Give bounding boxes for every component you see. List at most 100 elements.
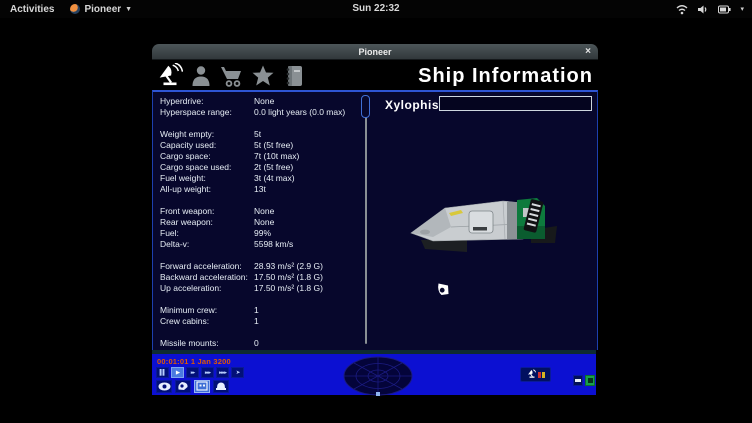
time-1x-button[interactable]: ▶ xyxy=(171,367,184,378)
app-menu-label: Pioneer xyxy=(84,4,121,15)
system-status-area[interactable]: ▾ xyxy=(676,0,744,18)
comms-icon xyxy=(215,378,227,396)
stat-value: 99% xyxy=(254,228,271,239)
signal-level-yellow xyxy=(542,372,545,378)
tab-economy-trade[interactable] xyxy=(219,63,245,89)
tab-missions[interactable] xyxy=(157,63,183,89)
stat-value: 1 xyxy=(254,305,259,316)
stat-label: Backward acceleration: xyxy=(160,272,254,283)
stat-value: 17.50 m/s² (1.8 G) xyxy=(254,272,323,283)
ship-name: Xylophis xyxy=(385,98,439,112)
activities-button[interactable]: Activities xyxy=(10,4,54,15)
stat-label: Missile mounts: xyxy=(160,338,254,349)
volume-icon xyxy=(697,4,709,15)
stat-row: Minimum crew: 1 xyxy=(160,305,362,316)
stat-row: Delta-v: 5598 km/s xyxy=(160,239,362,250)
stat-label: Crew cabins: xyxy=(160,316,254,327)
window-title: Pioneer xyxy=(358,47,391,57)
station-services-icon xyxy=(196,378,208,396)
tab-reputation[interactable] xyxy=(250,63,276,89)
world-view-button[interactable] xyxy=(156,380,172,393)
stat-label: Capacity used: xyxy=(160,140,254,151)
orbit-ship-icon xyxy=(177,378,189,396)
stat-value: None xyxy=(254,96,274,107)
stat-value: None xyxy=(254,217,274,228)
time-pause-button[interactable]: ▌▌ xyxy=(156,367,169,378)
ship-stats-list: Hyperdrive: None Hyperspace range: 0.0 l… xyxy=(160,96,362,349)
stat-label: Front weapon: xyxy=(160,206,254,217)
radar-mode-button[interactable] xyxy=(520,367,551,382)
fuel-icon xyxy=(588,378,593,383)
stat-label: Minimum crew: xyxy=(160,305,254,316)
stat-row: Rear weapon: None xyxy=(160,217,362,228)
stat-label: Rear weapon: xyxy=(160,217,254,228)
app-menu[interactable]: Pioneer ▼ xyxy=(70,4,132,15)
stat-value: 3t (4t max) xyxy=(254,173,295,184)
page-title: Ship Information xyxy=(418,63,593,89)
stat-value: 5t xyxy=(254,129,261,140)
stat-value: 13t xyxy=(254,184,266,195)
stat-row: Weight empty: 5t xyxy=(160,129,362,140)
scanner-display xyxy=(342,356,414,397)
stat-row: Front weapon: None xyxy=(160,206,362,217)
stat-value: 0 xyxy=(254,338,259,349)
stat-label xyxy=(160,118,254,129)
stat-label: Hyperdrive: xyxy=(160,96,254,107)
stat-row: Crew cabins: 1 xyxy=(160,316,362,327)
clock[interactable]: Sun 22:32 xyxy=(352,0,399,18)
stat-label: All-up weight: xyxy=(160,184,254,195)
chevron-down-icon: ▼ xyxy=(125,6,132,13)
stat-row xyxy=(160,294,362,305)
tab-personal[interactable] xyxy=(188,63,214,89)
stat-label xyxy=(160,327,254,338)
battery-icon xyxy=(718,5,731,14)
pioneer-app-icon xyxy=(70,4,80,14)
time-10x-button[interactable]: ▸▸ xyxy=(186,367,199,378)
desktop-top-bar: Activities Pioneer ▼ Sun 22:32 ▾ xyxy=(0,0,752,18)
fuel-status-button[interactable] xyxy=(585,375,595,386)
time-acceleration-controls: ▌▌ ▶ ▸▸ ▸▸▸ ▸▸▸▸ ➤ xyxy=(156,367,244,378)
stat-row: Fuel weight: 3t (4t max) xyxy=(160,173,362,184)
person-icon xyxy=(189,64,213,88)
time-1000x-button[interactable]: ▸▸▸▸ xyxy=(216,367,229,378)
star-icon xyxy=(251,64,275,88)
ledger-icon xyxy=(282,64,306,88)
game-cursor-icon xyxy=(436,282,450,297)
stat-row: Fuel: 99% xyxy=(160,228,362,239)
cart-icon xyxy=(219,64,245,88)
satellite-dish-icon xyxy=(157,63,183,89)
ship-name-input[interactable] xyxy=(439,96,592,111)
stat-label: Forward acceleration: xyxy=(160,261,254,272)
sector-map-button[interactable] xyxy=(175,380,191,393)
gauge-icon xyxy=(575,379,581,382)
time-10000x-button[interactable]: ➤ xyxy=(231,367,244,378)
stat-label xyxy=(160,195,254,206)
scrollbar-track[interactable] xyxy=(365,97,367,344)
stat-row: Hyperspace range: 0.0 light years (0.0 m… xyxy=(160,107,362,118)
stat-row: Up acceleration: 17.50 m/s² (1.8 G) xyxy=(160,283,362,294)
stats-scrollbar[interactable] xyxy=(360,95,371,346)
stat-label: Fuel: xyxy=(160,228,254,239)
comms-button[interactable] xyxy=(213,380,229,393)
close-icon[interactable]: × xyxy=(585,45,591,59)
stat-value: 17.50 m/s² (1.8 G) xyxy=(254,283,323,294)
ship-model-viewport[interactable] xyxy=(403,186,565,266)
gauge-toggle-button[interactable] xyxy=(573,375,583,386)
view-buttons xyxy=(156,380,229,393)
tab-ship-log[interactable] xyxy=(281,63,307,89)
stat-row: All-up weight: 13t xyxy=(160,184,362,195)
stat-row: Missile mounts: 0 xyxy=(160,338,362,349)
stat-row: Hyperdrive: None xyxy=(160,96,362,107)
stat-row: Backward acceleration: 17.50 m/s² (1.8 G… xyxy=(160,272,362,283)
scrollbar-thumb[interactable] xyxy=(361,95,370,118)
control-panel: 00:01:01 1 Jan 3200 ▌▌ ▶ ▸▸ ▸▸▸ ▸▸▸▸ ➤ xyxy=(152,350,596,395)
window-titlebar[interactable]: Pioneer × xyxy=(152,44,598,60)
stat-value: 1 xyxy=(254,316,259,327)
pioneer-window: Pioneer × xyxy=(152,44,598,395)
time-100x-button[interactable]: ▸▸▸ xyxy=(201,367,214,378)
station-services-button[interactable] xyxy=(194,380,210,393)
stat-value: 0.0 light years (0.0 max) xyxy=(254,107,345,118)
eye-icon xyxy=(158,378,171,396)
stat-label: Cargo space used: xyxy=(160,162,254,173)
info-view-toolbar: Ship Information xyxy=(152,61,598,90)
